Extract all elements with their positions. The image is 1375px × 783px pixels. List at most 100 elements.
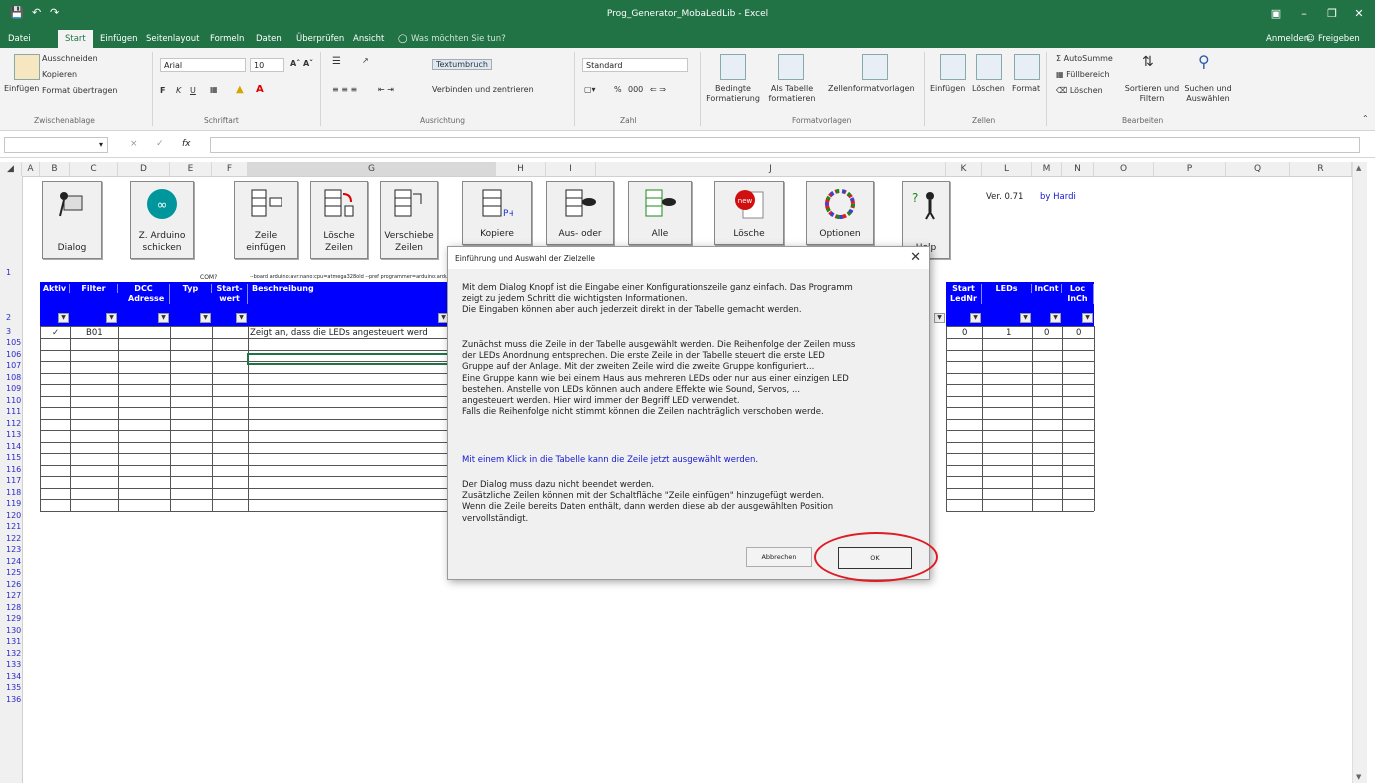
column-header-e[interactable]: E: [170, 162, 212, 176]
conditional-format-button[interactable]: Bedingte Formatierung: [698, 84, 768, 104]
column-header-i[interactable]: I: [546, 162, 596, 176]
row-header[interactable]: 130: [0, 626, 22, 635]
enter-icon[interactable]: ✓: [156, 139, 164, 149]
collapse-ribbon-icon[interactable]: ⌃: [1362, 114, 1369, 123]
sort-filter-button[interactable]: Sortieren und Filtern: [1124, 84, 1180, 104]
fill-color-icon[interactable]: ▲: [236, 84, 244, 95]
tab-daten[interactable]: Daten: [256, 34, 282, 44]
format-as-table-button[interactable]: Als Tabelle formatieren: [760, 84, 824, 104]
row-header[interactable]: 2: [0, 313, 22, 322]
cell-leds[interactable]: 1: [1006, 328, 1011, 338]
arduino-send-button[interactable]: ∞ Z. Arduino schicken: [130, 181, 194, 259]
insert-row-button[interactable]: Zeile einfügen: [234, 181, 298, 259]
fill-button[interactable]: ▦ Füllbereich: [1056, 70, 1110, 79]
column-header-n[interactable]: N: [1062, 162, 1094, 176]
fx-icon[interactable]: fx: [182, 139, 191, 149]
indent-icon[interactable]: ⇤ ⇥: [378, 85, 394, 94]
font-size-select[interactable]: 10: [250, 58, 284, 72]
copy-rows-button[interactable]: P+ Kopiere: [462, 181, 532, 245]
row-header[interactable]: 124: [0, 557, 22, 566]
tab-start[interactable]: Start: [58, 30, 93, 48]
scroll-down-icon[interactable]: ▼: [1356, 773, 1361, 781]
row-header[interactable]: 122: [0, 534, 22, 543]
row-header[interactable]: 116: [0, 465, 22, 474]
select-all-corner[interactable]: ◢: [0, 162, 22, 176]
row-header[interactable]: 133: [0, 660, 22, 669]
column-header-r[interactable]: R: [1290, 162, 1352, 176]
column-header-b[interactable]: B: [40, 162, 70, 176]
filter-dropdown-loc[interactable]: ▼: [1082, 313, 1093, 323]
formula-input[interactable]: [210, 137, 1360, 153]
filter-dropdown-j[interactable]: ▼: [934, 313, 945, 323]
filter-dropdown-start[interactable]: ▼: [236, 313, 247, 323]
column-header-o[interactable]: O: [1094, 162, 1154, 176]
row-header[interactable]: 113: [0, 430, 22, 439]
decimal-icon[interactable]: ⇐ ⇒: [650, 85, 666, 94]
row-header[interactable]: 1: [0, 268, 22, 277]
row-header[interactable]: 109: [0, 384, 22, 393]
font-grow-icon[interactable]: Aˆ Aˇ: [290, 59, 313, 68]
wrap-text-button[interactable]: Textumbruch: [432, 59, 492, 70]
insert-cells-icon[interactable]: [940, 54, 966, 80]
tab-ansicht[interactable]: Ansicht: [353, 34, 384, 44]
delete-button[interactable]: new Lösche: [714, 181, 784, 245]
orientation-icon[interactable]: ↗: [362, 56, 369, 65]
tab-ueberpruefen[interactable]: Überprüfen: [296, 34, 344, 44]
tab-formeln[interactable]: Formeln: [210, 34, 244, 44]
merge-center-button[interactable]: Verbinden und zentrieren: [432, 85, 534, 94]
close-button[interactable]: ✕: [1345, 4, 1373, 24]
filter-dropdown-incnt[interactable]: ▼: [1050, 313, 1061, 323]
column-header-f[interactable]: F: [212, 162, 248, 176]
cut-button[interactable]: Ausschneiden: [42, 54, 98, 63]
delete-rows-button[interactable]: Lösche Zeilen: [310, 181, 368, 259]
column-header-p[interactable]: P: [1154, 162, 1226, 176]
tab-datei[interactable]: Datei: [8, 34, 31, 44]
align-left-icon[interactable]: ≡ ≡ ≡: [332, 85, 357, 94]
row-header[interactable]: 107: [0, 361, 22, 370]
column-header-m[interactable]: M: [1032, 162, 1062, 176]
options-button[interactable]: Optionen: [806, 181, 874, 245]
bold-button[interactable]: F: [160, 86, 165, 95]
row-header[interactable]: 127: [0, 591, 22, 600]
search-icon[interactable]: ⚲: [1198, 52, 1210, 71]
name-box[interactable]: ▾: [4, 137, 108, 153]
row-header[interactable]: 123: [0, 545, 22, 554]
column-header-h[interactable]: H: [496, 162, 546, 176]
show-hide-button[interactable]: Aus- oder: [546, 181, 614, 245]
filter-dropdown-leds[interactable]: ▼: [1020, 313, 1031, 323]
row-header[interactable]: 125: [0, 568, 22, 577]
sort-filter-icon[interactable]: ⇅: [1142, 54, 1154, 70]
font-name-select[interactable]: Arial: [160, 58, 246, 72]
font-color-icon[interactable]: A: [256, 84, 264, 95]
autosum-button[interactable]: Σ AutoSumme: [1056, 54, 1113, 63]
row-header[interactable]: 134: [0, 672, 22, 681]
tab-seitenlayout[interactable]: Seitenlayout: [146, 34, 199, 44]
insert-cells-button[interactable]: Einfügen: [930, 84, 965, 93]
copy-button[interactable]: Kopieren: [42, 70, 77, 79]
minimize-button[interactable]: –: [1290, 4, 1318, 24]
cell-beschreibung[interactable]: Zeigt an, dass die LEDs angesteuert werd: [250, 328, 446, 338]
move-rows-button[interactable]: Verschiebe Zeilen: [380, 181, 438, 259]
row-header[interactable]: 131: [0, 637, 22, 646]
close-icon[interactable]: ✕: [910, 250, 921, 265]
row-header[interactable]: 129: [0, 614, 22, 623]
cell-incnt[interactable]: 0: [1044, 328, 1049, 338]
cell-filter[interactable]: B01: [86, 328, 103, 338]
cell-start-led[interactable]: 0: [962, 328, 967, 338]
filter-dropdown-dcc[interactable]: ▼: [158, 313, 169, 323]
row-header[interactable]: 126: [0, 580, 22, 589]
cancel-icon[interactable]: ×: [130, 139, 138, 149]
scroll-up-icon[interactable]: ▲: [1356, 164, 1361, 172]
filter-dropdown-typ[interactable]: ▼: [200, 313, 211, 323]
format-cells-button[interactable]: Format: [1012, 84, 1040, 93]
thousands-button[interactable]: 000: [628, 85, 643, 94]
delete-cells-button[interactable]: Löschen: [972, 84, 1005, 93]
row-header[interactable]: 136: [0, 695, 22, 704]
sign-in-link[interactable]: Anmelden: [1266, 34, 1309, 44]
column-header-l[interactable]: L: [982, 162, 1032, 176]
row-header[interactable]: 121: [0, 522, 22, 531]
tab-einfuegen[interactable]: Einfügen: [100, 34, 138, 44]
clear-button[interactable]: ⌫ Löschen: [1056, 86, 1103, 95]
row-header[interactable]: 135: [0, 683, 22, 692]
cell-styles-button[interactable]: Zellenformatvorlagen: [828, 84, 915, 93]
